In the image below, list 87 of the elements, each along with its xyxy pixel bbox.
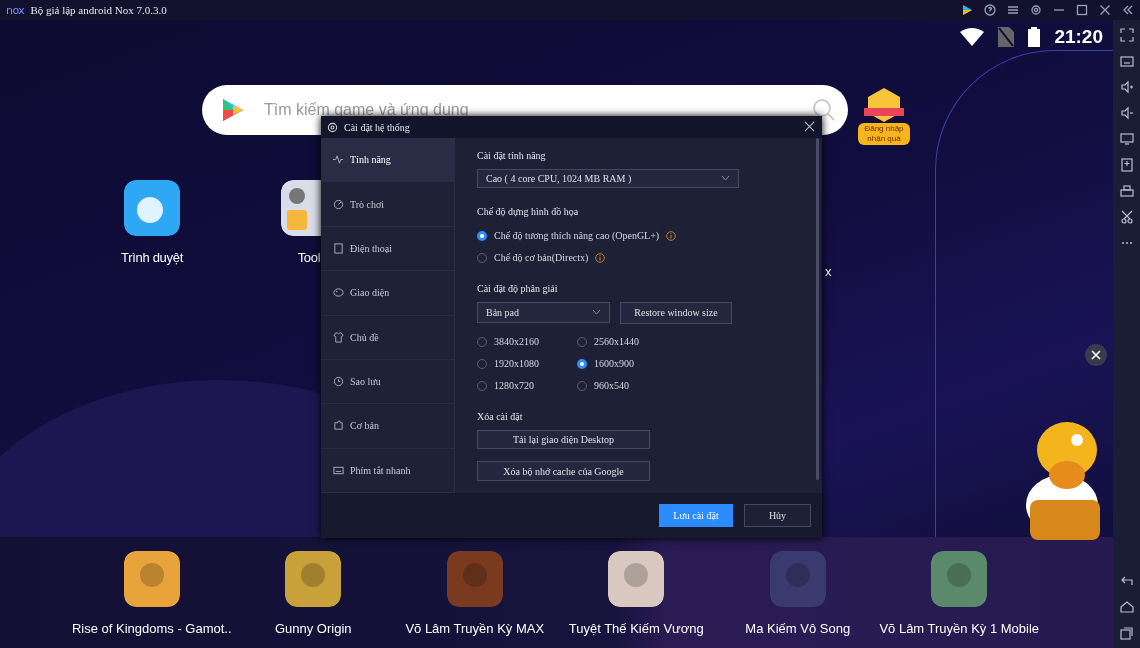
browser-app-icon[interactable] xyxy=(124,180,180,236)
wifi-icon xyxy=(960,28,985,46)
nav-item[interactable]: Tính năng xyxy=(321,138,454,183)
home-icon[interactable] xyxy=(1119,600,1134,614)
game-app-icon[interactable] xyxy=(285,551,342,607)
option-label[interactable]: 3840x2160 xyxy=(494,336,539,348)
app-label[interactable]: Rise of Kingdoms - Gamot.. xyxy=(71,621,232,636)
reset-button[interactable]: Tải lại giao diện Desktop xyxy=(477,429,650,450)
login-reward-label[interactable]: Đăng nhập nhận quà xyxy=(858,123,910,145)
app-label[interactable]: Ma Kiếm Vô Song xyxy=(745,621,851,636)
fullscreen-icon[interactable] xyxy=(1119,28,1134,42)
radio-button[interactable] xyxy=(577,358,587,369)
search-icon[interactable] xyxy=(812,98,836,122)
section-heading: Cài đặt tính năng xyxy=(477,150,547,161)
volume-down-icon[interactable] xyxy=(1119,106,1134,120)
option-label[interactable]: 1920x1080 xyxy=(494,358,539,370)
option-label[interactable]: Chế độ cơ bản(Directx) xyxy=(494,252,589,264)
game-app-icon[interactable] xyxy=(931,551,988,607)
app-label[interactable]: Võ Lâm Truyền Kỳ MAX xyxy=(405,621,545,636)
play-icon[interactable] xyxy=(961,4,973,16)
nav-item[interactable]: Chủ đề xyxy=(321,315,454,360)
game-app-icon[interactable] xyxy=(608,551,665,607)
phone-icon xyxy=(333,242,344,254)
section-heading: Chế độ dựng hình đồ họa xyxy=(477,205,580,217)
game-app-icon[interactable] xyxy=(123,551,180,607)
printer-icon[interactable] xyxy=(1119,184,1134,198)
no-sim-icon xyxy=(998,27,1015,47)
screen-icon[interactable] xyxy=(1119,132,1134,146)
pulse-icon xyxy=(333,154,344,166)
app-label[interactable]: Tuyệt Thế Kiếm Vương xyxy=(568,621,704,636)
app-label[interactable]: Võ Lâm Truyền Kỳ 1 Mobile xyxy=(879,621,1040,636)
close-button[interactable] xyxy=(804,121,816,133)
nav-item[interactable]: Sao lưu xyxy=(321,359,454,405)
maximize-icon[interactable] xyxy=(1076,4,1088,16)
settings-icon[interactable] xyxy=(1030,4,1042,16)
scrollbar[interactable] xyxy=(816,138,819,480)
radio-button[interactable] xyxy=(477,230,487,241)
option-label[interactable]: 1280x720 xyxy=(494,380,534,392)
window-title: Bộ giả lập android Nox 7.0.3.0 xyxy=(30,4,168,16)
app-label[interactable]: Tool xyxy=(297,250,321,265)
close-icon xyxy=(804,121,815,132)
section-heading: Cài đặt độ phân giải xyxy=(477,282,559,294)
recent-apps-icon[interactable] xyxy=(1119,626,1134,640)
shirt-icon xyxy=(333,331,344,343)
reset-button[interactable]: Xóa bộ nhớ cache của Google xyxy=(477,461,650,481)
chevron-down-icon xyxy=(592,309,601,316)
app-label[interactable]: x xyxy=(825,264,832,279)
nav-item[interactable]: Điện thoại xyxy=(321,226,454,272)
close-icon xyxy=(1091,350,1101,360)
app-logo: nox xyxy=(6,3,25,17)
dropdown-value: Bản pad xyxy=(486,306,520,318)
nav-item[interactable]: Giao diện xyxy=(321,271,454,316)
history-icon xyxy=(333,376,344,388)
option-label[interactable]: 1600x900 xyxy=(594,358,634,370)
dialog-title: Cài đặt hệ thống xyxy=(344,121,411,133)
play-store-icon xyxy=(222,98,244,122)
battery-icon xyxy=(1028,27,1041,47)
apk-add-icon[interactable] xyxy=(1119,158,1134,172)
restore-window-size-button[interactable]: Restore window size xyxy=(620,301,732,324)
performance-dropdown[interactable]: Cao ( 4 core CPU, 1024 MB RAM ) xyxy=(477,169,739,188)
settings-icon xyxy=(327,121,338,133)
back-icon[interactable] xyxy=(1119,574,1134,588)
cancel-button[interactable]: Hủy xyxy=(744,504,811,527)
menu-icon[interactable] xyxy=(1007,4,1019,16)
keyboard-icon[interactable] xyxy=(1119,54,1134,68)
gift-box-icon[interactable] xyxy=(864,86,904,122)
close-icon[interactable] xyxy=(1099,4,1111,16)
option-label[interactable]: 960x540 xyxy=(594,380,629,392)
app-label[interactable]: Trình duyệt xyxy=(121,250,183,265)
section-heading: Xóa cài đặt xyxy=(477,410,524,422)
collapse-icon[interactable] xyxy=(1122,4,1134,16)
keyboard-icon xyxy=(333,464,344,476)
clock: 21:20 xyxy=(1054,26,1103,48)
help-icon[interactable] xyxy=(984,4,996,16)
nav-item[interactable]: Trò chơi xyxy=(321,182,454,227)
option-label[interactable]: 2560x1440 xyxy=(594,336,639,348)
info-icon[interactable] xyxy=(595,252,606,263)
volume-up-icon[interactable] xyxy=(1119,80,1134,94)
app-label[interactable]: Gunny Origin xyxy=(274,621,352,636)
chevron-down-icon xyxy=(721,175,730,182)
scissors-icon[interactable] xyxy=(1119,210,1134,224)
nav-item[interactable]: Cơ bản xyxy=(321,404,454,449)
option-label[interactable]: Chế độ tương thích nâng cao (OpenGL+) xyxy=(494,230,660,242)
dropdown-value: Cao ( 4 core CPU, 1024 MB RAM ) xyxy=(486,172,632,184)
close-button[interactable] xyxy=(1085,344,1107,366)
info-icon[interactable] xyxy=(666,230,677,241)
resolution-dropdown[interactable]: Bản pad xyxy=(477,301,610,323)
